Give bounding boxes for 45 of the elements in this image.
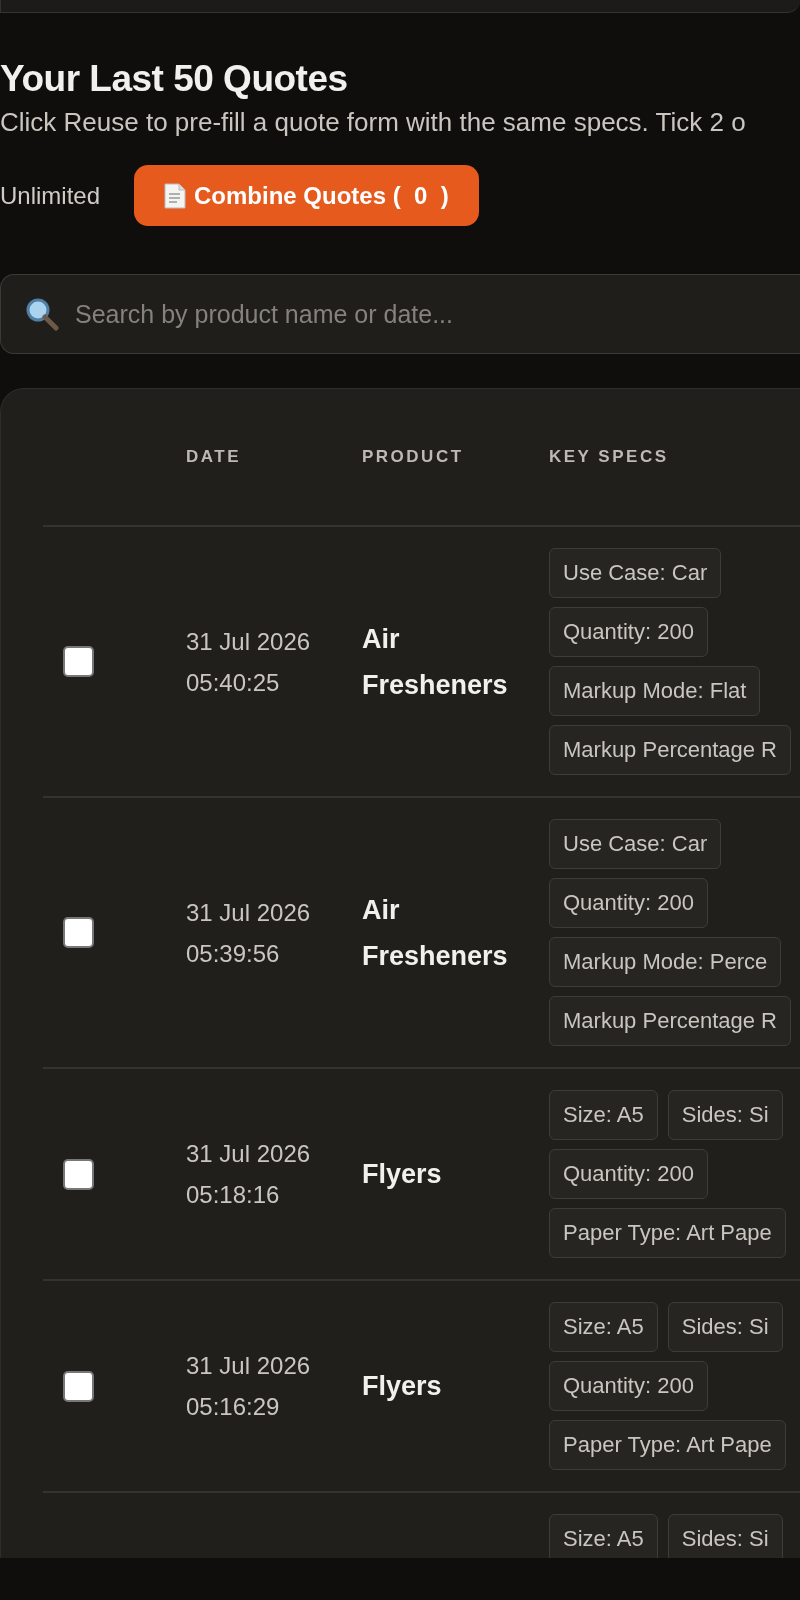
product-name: Air Fresheners [362, 893, 509, 973]
spec-tag: Markup Percentage R [549, 996, 791, 1046]
document-icon [164, 182, 187, 209]
spec-tag: Quantity: 200 [549, 1149, 708, 1199]
search-icon [25, 297, 59, 331]
column-header: KEY SPECS [549, 447, 669, 467]
search-field[interactable]: Search by product name or date... [0, 274, 800, 354]
date-text: 31 Jul 2026 [186, 626, 312, 657]
date-text: 31 Jul 2026 [186, 1351, 312, 1381]
spec-tag: Size: A5 [549, 1514, 658, 1558]
spec-tag: Use Case: Car [549, 819, 722, 869]
spec-tag: Sides: Si [667, 1514, 783, 1558]
spec-tag: Markup Mode: Perce [549, 937, 782, 987]
spec-tag: Quantity: 200 [549, 878, 708, 928]
time-text: 05:16:29 [186, 1392, 281, 1422]
spec-tag: Size: A5 [549, 1302, 658, 1352]
product-name: Flyers [362, 1158, 443, 1191]
column-header: PRODUCT [362, 447, 464, 467]
spec-tag: Quantity: 200 [549, 607, 708, 657]
row-checkbox[interactable] [63, 1158, 94, 1190]
column-header: DATE [186, 447, 241, 467]
plan-label: Unlimited [0, 181, 101, 210]
row-checkbox[interactable] [63, 1370, 94, 1402]
spec-tag: Markup Percentage R [549, 725, 791, 775]
row-checkbox[interactable] [63, 917, 94, 948]
spec-tag: Markup Mode: Flat [549, 666, 761, 716]
date-text: 31 Jul 2026 [186, 1139, 312, 1169]
search-input[interactable]: Search by product name or date... [73, 298, 776, 330]
spec-tag: Size: A5 [549, 1090, 658, 1140]
time-text: 05:39:56 [186, 938, 281, 969]
row-checkbox[interactable] [63, 646, 94, 677]
spec-tag: Use Case: Car [549, 548, 722, 598]
spec-tag: Sides: Si [667, 1090, 783, 1140]
product-name: Air Fresheners [362, 622, 509, 702]
combine-quotes-button[interactable]: Combine Quotes ( 0 ) [134, 165, 479, 226]
time-text: 05:40:25 [186, 667, 281, 698]
product-name: Flyers [362, 1370, 443, 1403]
spec-tag: Quantity: 200 [549, 1361, 708, 1411]
date-text: 31 Jul 2026 [186, 897, 312, 928]
spec-tag: Paper Type: Art Pape [549, 1208, 786, 1258]
spec-tag: Paper Type: Art Pape [549, 1420, 786, 1470]
time-text: 05:18:16 [186, 1180, 281, 1210]
spec-tag: Sides: Si [667, 1302, 783, 1352]
page-description: Click Reuse to pre-fill a quote form with the same specs. Tick 2 o [0, 107, 747, 137]
page-title: Your Last 50 Quotes [0, 59, 349, 99]
